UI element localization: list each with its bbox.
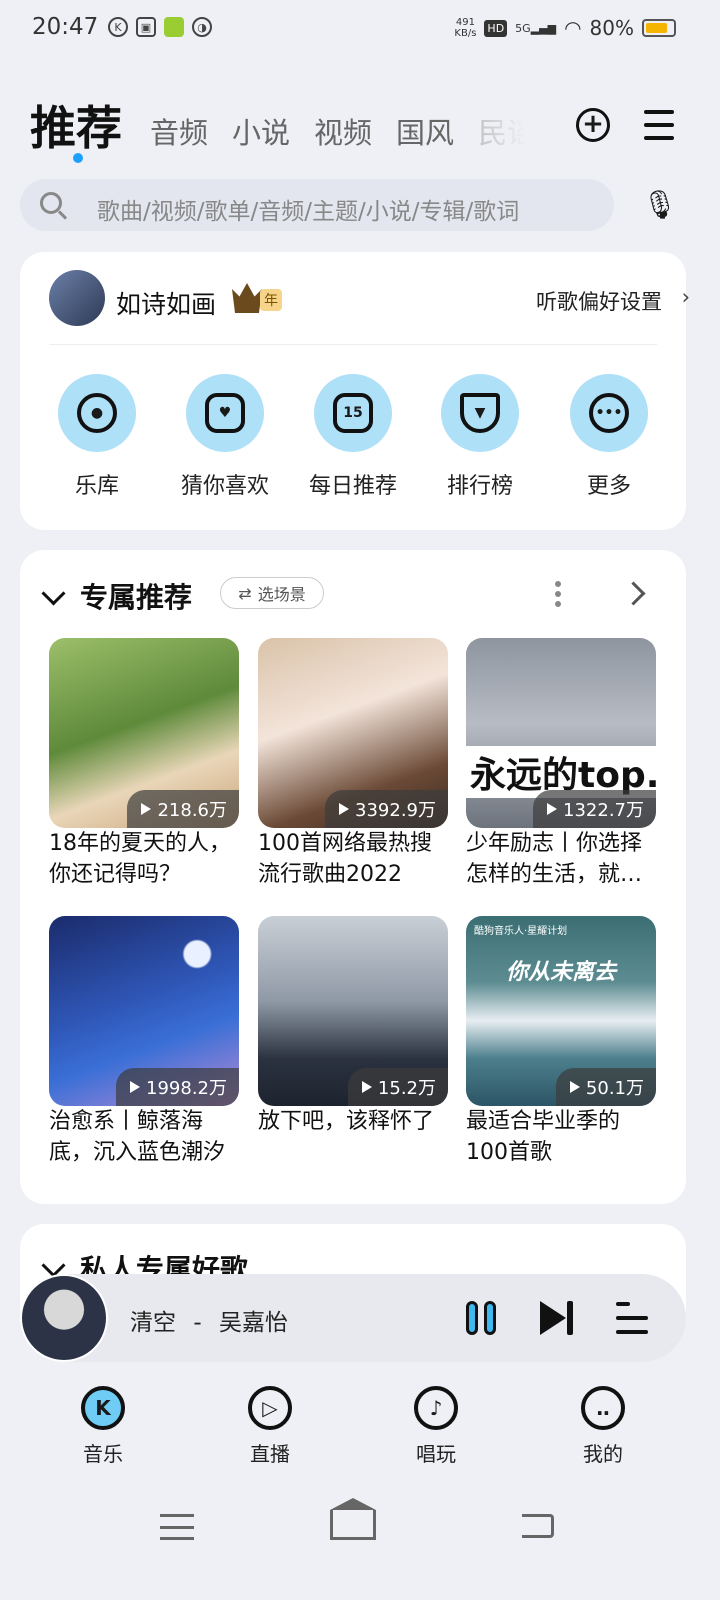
trophy-icon: ▼ [460,393,500,433]
playlist-cover: 1998.2万 [49,916,239,1106]
play-icon [339,803,350,815]
system-indicators: 491 KB/s HD 5G▂▄▆ ◠ 80% [454,16,676,40]
search-input[interactable]: 歌曲/视频/歌单/音频/主题/小说/专辑/歌词 [97,192,519,226]
system-recents-icon[interactable] [160,1514,194,1540]
now-playing[interactable]: 清空 - 吴嘉怡 [130,1303,288,1337]
user-name[interactable]: 如诗如画 [116,285,216,321]
battery-percent: 80% [589,16,634,40]
playlist-title: 最适合毕业季的100首歌 [466,1109,621,1165]
playlist-tile[interactable]: 永远的top.1 1322.7万 少年励志丨你选择怎样的生活，就… [466,638,656,890]
microphone-icon: ♪ [414,1386,458,1430]
shortcut-guess-you-like[interactable]: ♥ 猜你喜欢 [180,374,270,500]
kugou-logo-icon: K [81,1386,125,1430]
album-art[interactable] [20,1274,108,1362]
net-speed: 491 KB/s [454,17,477,39]
nav-music[interactable]: K 音乐 [53,1386,153,1467]
playlist-title: 18年的夏天的人，你还记得吗？ [49,831,231,887]
add-icon[interactable]: + [576,108,610,142]
next-track-icon[interactable] [540,1301,574,1335]
notification-icons: K ▣ ◑ [108,17,212,37]
vip-year-label: 年 [260,289,282,311]
playlist-cover: 15.2万 [258,916,448,1106]
play-icon [130,1081,141,1093]
tab-guofeng[interactable]: 国风 [396,110,454,152]
search-icon [40,192,62,214]
tab-novel[interactable]: 小说 [232,110,290,152]
chevron-right-icon: › [681,285,690,309]
play-icon [361,1081,372,1093]
playlist-queue-icon[interactable] [616,1302,648,1334]
play-count: 3392.9万 [325,790,448,828]
avatar[interactable] [49,270,105,326]
play-count: 218.6万 [127,790,239,828]
status-time: 20:47 [32,14,99,40]
shortcut-music-library[interactable]: ● 乐库 [52,374,142,500]
smile-icon: ‥ [581,1386,625,1430]
swap-icon: ⇄ [238,583,252,603]
tab-audio[interactable]: 音频 [150,110,208,152]
playlist-tile[interactable]: 3392.9万 100首网络最热搜流行歌曲2022 [258,638,448,890]
active-tab-indicator [73,153,83,163]
app-notification-icon: ◑ [192,17,212,37]
playlist-tile[interactable]: 218.6万 18年的夏天的人，你还记得吗？ [49,638,239,890]
battery-icon [642,19,676,37]
playlist-cover: 永远的top.1 1322.7万 [466,638,656,828]
play-icon [141,803,152,815]
mini-player[interactable] [20,1274,686,1362]
playlist-title: 放下吧，该释怀了 [258,1109,435,1134]
status-bar: 20:47 K ▣ ◑ 491 KB/s HD 5G▂▄▆ ◠ 80% [0,0,720,60]
song-title: 清空 [130,1310,176,1336]
song-artist: 吴嘉怡 [218,1310,288,1336]
system-home-icon[interactable] [330,1498,376,1540]
playlist-tile[interactable]: 1998.2万 治愈系丨鲸落海底，沉入蓝色潮汐 [49,916,239,1168]
tab-fade [470,95,550,155]
app-notification-icon [164,17,184,37]
menu-icon[interactable] [644,110,674,140]
heart-bag-icon: ♥ [205,393,245,433]
tab-recommend[interactable]: 推荐 [30,92,122,158]
shortcut-charts[interactable]: ▼ 排行榜 [435,374,525,500]
crown-icon [232,283,262,313]
kugou-notification-icon: K [108,17,128,37]
playlist-tile[interactable]: 15.2万 放下吧，该释怀了 [258,916,448,1168]
play-icon [547,803,558,815]
more-options-icon[interactable] [554,581,562,607]
nav-sing[interactable]: ♪ 唱玩 [386,1386,486,1467]
playlist-cover: 3392.9万 [258,638,448,828]
playlist-cover: 酷狗音乐人·星耀计划 你从未离去 50.1万 [466,916,656,1106]
playlist-cover: 218.6万 [49,638,239,828]
more-icon: ••• [589,393,629,433]
calendar-icon: 15 [333,393,373,433]
playlist-title: 少年励志丨你选择怎样的生活，就… [466,831,643,887]
wifi-icon: ◠ [564,16,582,40]
playlist-title: 100首网络最热搜流行歌曲2022 [258,831,432,887]
divider [49,344,657,345]
app-notification-icon: ▣ [136,17,156,37]
play-count: 1998.2万 [116,1068,239,1106]
system-back-icon[interactable] [522,1514,554,1538]
music-library-icon: ● [77,393,117,433]
shortcut-daily-recommend[interactable]: 15 每日推荐 [308,374,398,500]
vip-badge[interactable]: 年 [232,283,284,313]
tab-video[interactable]: 视频 [314,110,372,152]
play-count: 50.1万 [555,1068,656,1106]
cover-text: 你从未离去 [505,960,616,985]
nav-mine[interactable]: ‥ 我的 [553,1386,653,1467]
pause-icon[interactable] [466,1301,500,1335]
shortcut-more[interactable]: ••• 更多 [564,374,654,500]
play-icon [569,1081,580,1093]
live-icon: ▷ [248,1386,292,1430]
voice-search-icon[interactable]: 🎙 [642,187,678,223]
listening-preference-link[interactable]: 听歌偏好设置 [536,286,662,316]
playlist-title: 治愈系丨鲸落海底，沉入蓝色潮汐 [49,1109,226,1165]
cover-small-text: 酷狗音乐人·星耀计划 [474,926,568,937]
playlist-tile[interactable]: 酷狗音乐人·星耀计划 你从未离去 50.1万 最适合毕业季的100首歌 [466,916,656,1168]
section-title: 专属推荐 [80,581,193,614]
nav-live[interactable]: ▷ 直播 [220,1386,320,1467]
hd-icon: HD [484,19,508,37]
play-count: 15.2万 [347,1068,448,1106]
select-scene-button[interactable]: ⇄ 选场景 [220,577,324,609]
signal-icon: 5G▂▄▆ [515,21,557,35]
play-count: 1322.7万 [533,790,656,828]
